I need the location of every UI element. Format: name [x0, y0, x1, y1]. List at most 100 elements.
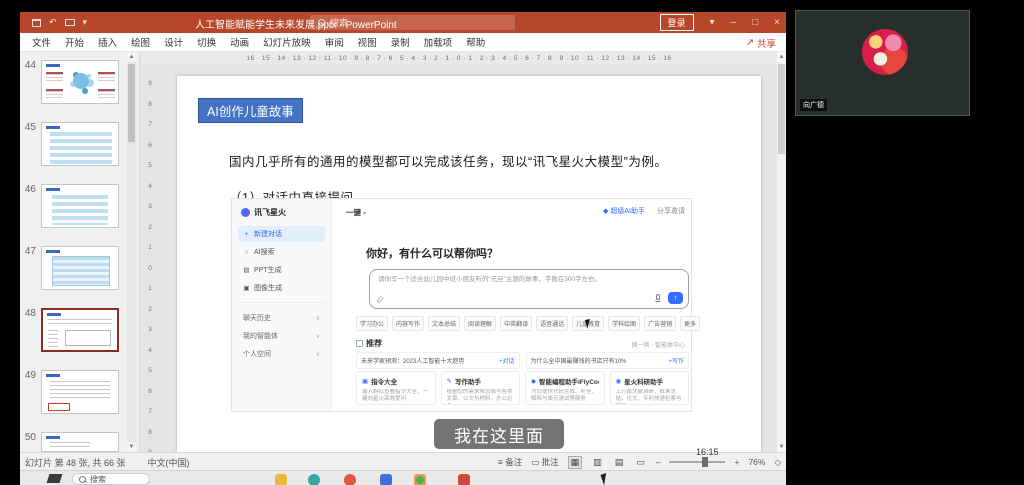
taskbar-app-icon[interactable] — [380, 474, 392, 485]
slide-thumbnail-50[interactable] — [41, 432, 119, 452]
spark-topbar-right: ◆ 超级AI助手 分享邀请 — [603, 206, 685, 216]
ribbon-tab[interactable]: 切换 — [197, 35, 216, 49]
normal-view-icon[interactable]: ▦ — [567, 455, 583, 469]
spark-assistant-link[interactable]: ◆ 超级AI助手 — [603, 206, 645, 216]
recommend-action-link[interactable]: +写作 — [668, 356, 684, 365]
ribbon-tab[interactable]: 动画 — [230, 35, 249, 49]
share-button[interactable]: ↗ 共享 — [746, 33, 776, 52]
category-chip[interactable]: 更多 — [680, 316, 701, 331]
reading-view-icon[interactable]: ▤ — [613, 457, 626, 468]
taskbar-search[interactable]: 搜索 — [72, 473, 150, 485]
slide-sorter-icon[interactable]: ▥ — [591, 457, 604, 468]
search-box[interactable]: 搜索 — [310, 15, 515, 30]
taskbar-app-icon[interactable] — [308, 474, 320, 485]
slideshow-view-icon[interactable]: ▭ — [634, 457, 647, 468]
ribbon-tab[interactable]: 审阅 — [325, 35, 344, 49]
ribbon-tab[interactable]: 加载项 — [424, 35, 453, 49]
taskbar-app-icon[interactable] — [344, 474, 356, 485]
taskbar-pen-icon[interactable] — [46, 474, 63, 483]
taskbar-app-icon[interactable] — [414, 474, 426, 485]
slideshow-icon[interactable] — [64, 19, 75, 26]
slide-thumbnail-47[interactable] — [41, 246, 119, 290]
recommend-row[interactable]: 未来学家预测：2023人工智能十大趋势 +对话 — [356, 352, 520, 369]
notes-button[interactable]: ≡ 备注 — [498, 456, 522, 468]
vertical-ruler: 9 8 7 6 5 4 3 2 1 0 1 2 3 4 5 6 7 8 9 — [148, 80, 152, 452]
thumbnail-scrollbar[interactable]: ▲ ▼ — [127, 52, 136, 452]
taskbar-app-icon[interactable] — [458, 474, 470, 485]
category-chip[interactable]: 文本总结 — [428, 316, 461, 331]
assistant-card[interactable]: ▣ 指令大全 输入斜杠查看指令大全，一键向星火高效提问 — [356, 371, 436, 405]
slide-thumbnail-45[interactable] — [41, 122, 119, 166]
spark-sidebar-item[interactable]: + 新建对话 — [238, 226, 325, 242]
spark-input-text: 请你写一个适合幼儿园中班小朋友听的“元旦”主题的故事，字数在500字左右。 — [378, 276, 602, 283]
category-chip[interactable]: 广告营销 — [644, 316, 677, 331]
slide-thumbnail-48-selected[interactable] — [41, 308, 119, 352]
zoom-slider-handle[interactable] — [701, 457, 708, 467]
ribbon-tab[interactable]: 视图 — [358, 35, 377, 49]
powerpoint-window: ↶ ▾ 人工智能赋能学生未来发展.pptx - PowerPoint 搜索 登录… — [20, 12, 786, 470]
notes-icon: ≡ — [497, 457, 503, 467]
send-button[interactable]: ↑ — [668, 292, 683, 304]
thumb-graphic — [48, 319, 112, 326]
category-chip[interactable]: 内容写作 — [392, 316, 425, 331]
spark-sidebar-item[interactable]: ▣ 图像生成 — [238, 280, 325, 296]
slide-thumbnail-46[interactable] — [41, 184, 119, 228]
comments-button[interactable]: ▭ 批注 — [531, 456, 558, 468]
scroll-up-icon[interactable]: ▲ — [777, 52, 786, 62]
taskbar-app-icon[interactable] — [275, 474, 287, 485]
spark-sidebar-group[interactable]: 聊天历史 ∨ — [238, 309, 325, 327]
spark-input-box[interactable]: 请你写一个适合幼儿园中班小朋友听的“元旦”主题的故事，字数在500字左右。 ↑ — [369, 269, 689, 309]
slide-thumbnail-44[interactable] — [41, 60, 119, 104]
minimize-icon[interactable]: – — [731, 17, 737, 28]
category-chip[interactable]: 学习办公 — [356, 316, 389, 331]
ribbon-tab[interactable]: 录制 — [391, 35, 410, 49]
slide-thumbnail-49[interactable] — [41, 370, 119, 414]
ribbon-tab[interactable]: 幻灯片放映 — [263, 35, 311, 49]
save-icon[interactable] — [32, 18, 41, 27]
scroll-down-icon[interactable]: ▼ — [777, 442, 786, 452]
spark-sidebar-item[interactable]: ▤ PPT生成 — [238, 262, 325, 278]
slide-scrollbar[interactable]: ▲ ▼ — [777, 52, 786, 452]
scroll-down-icon[interactable]: ▼ — [127, 442, 136, 452]
zoom-in-icon[interactable]: + — [734, 457, 739, 467]
slide-canvas[interactable]: AI创作儿童故事 国内几乎所有的通用的模型都可以完成该任务，现以“讯飞星火大模型… — [177, 76, 761, 452]
ribbon-tab[interactable]: 插入 — [98, 35, 117, 49]
ribbon-tab[interactable]: 帮助 — [466, 35, 485, 49]
undo-icon[interactable]: ↶ — [49, 18, 57, 27]
recommend-action-link[interactable]: +对话 — [499, 356, 515, 365]
zoom-out-icon[interactable]: – — [656, 457, 661, 467]
spark-topbar-left[interactable]: 一键 ▾ — [346, 207, 366, 218]
participant-video-tile[interactable]: 向广德 — [795, 10, 970, 116]
login-button[interactable]: 登录 — [659, 14, 694, 31]
microphone-icon[interactable] — [654, 294, 662, 304]
ribbon-tab[interactable]: 开始 — [65, 35, 84, 49]
ribbon-tab[interactable]: 设计 — [164, 35, 183, 49]
paperclip-icon[interactable] — [376, 295, 384, 304]
category-chip[interactable]: 学科绘图 — [608, 316, 641, 331]
ribbon-tab[interactable]: 文件 — [32, 35, 51, 49]
zoom-level[interactable]: 76% — [748, 457, 765, 467]
ribbon-options-icon[interactable]: ▾ — [710, 17, 715, 28]
scroll-up-icon[interactable]: ▲ — [127, 52, 136, 62]
category-chip[interactable]: 阅读理解 — [464, 316, 497, 331]
spark-sidebar-group[interactable]: 个人空间 ∨ — [238, 345, 325, 363]
spark-sidebar-group[interactable]: 我的智能体 ∨ — [238, 327, 325, 345]
category-chip[interactable]: 语音通话 — [536, 316, 569, 331]
zoom-slider[interactable] — [669, 457, 726, 467]
assistant-card[interactable]: ◉ 星火科研助手 上万篇文献调研、成果总结，论文、专利快速检索与答疑 — [609, 371, 689, 405]
spark-share-link[interactable]: 分享邀请 — [657, 206, 685, 216]
refresh-link[interactable]: 换一换 · 智能体中心 — [632, 340, 685, 349]
ribbon-tab[interactable]: 绘图 — [131, 35, 150, 49]
scrollbar-thumb[interactable] — [128, 64, 135, 142]
qat-more-icon[interactable]: ▾ — [83, 18, 88, 27]
recommend-row[interactable]: 为什么全中国最赚钱的书店只有10% +写作 — [525, 352, 689, 369]
close-icon[interactable]: × — [774, 17, 780, 28]
spark-sidebar-item[interactable]: ○ AI搜索 — [238, 244, 325, 260]
assistant-card[interactable]: ✎ 写作助手 根据您的需求帮您撰写各类文章、公文与材料，办公必备 — [440, 371, 520, 405]
language-indicator[interactable]: 中文(中国) — [148, 456, 190, 469]
maximize-icon[interactable]: □ — [752, 17, 758, 28]
fit-to-window-icon[interactable]: ◇ — [774, 457, 781, 468]
scrollbar-thumb[interactable] — [778, 64, 785, 154]
assistant-card[interactable]: ◆ 智能编程助手iFlyCode 为您提供代码生成、补全、解释与单元测试等服务 — [525, 371, 605, 405]
category-chip[interactable]: 中英翻译 — [500, 316, 533, 331]
